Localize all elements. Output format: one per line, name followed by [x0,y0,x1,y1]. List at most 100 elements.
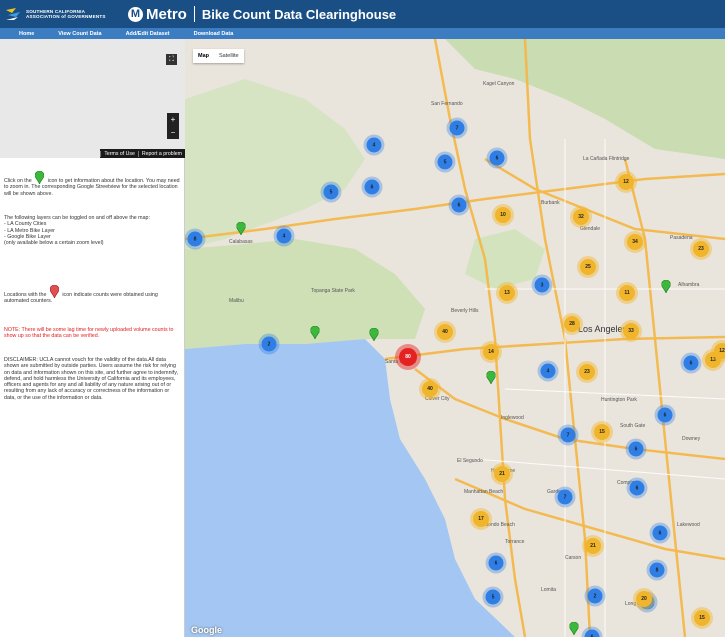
map-type-control[interactable]: Map Satellite [193,49,244,63]
town-label: Manhattan Beach [464,489,504,495]
cluster-marker[interactable]: 8 [187,231,203,247]
cluster-marker[interactable]: 2 [261,336,277,352]
cluster-marker[interactable]: 33 [623,323,639,339]
help-automated: Locations with the icon indicate counts … [4,285,180,305]
scag-logo-icon [6,8,20,20]
cluster-marker[interactable]: 12 [714,343,725,359]
report-problem-link[interactable]: Report a problem [137,150,185,157]
cluster-marker[interactable]: 8 [649,562,665,578]
cluster-marker[interactable]: 40 [437,324,453,340]
map-type-map[interactable]: Map [193,49,214,63]
help-click-marker: Click on the icon to get information abo… [4,171,180,197]
terms-link[interactable]: Terms of Use [100,150,138,157]
cluster-marker[interactable]: 6 [628,441,644,457]
cluster-marker[interactable]: 4 [276,228,292,244]
green-marker-icon[interactable] [661,280,671,293]
green-marker-icon[interactable] [486,371,496,384]
cluster-marker[interactable]: 4 [366,137,382,153]
cluster-marker[interactable]: 6 [657,407,673,423]
red-marker-icon [49,285,59,298]
town-label: Kagel Canyon [483,81,515,87]
green-marker-icon[interactable] [569,622,579,635]
map-type-satellite[interactable]: Satellite [214,49,244,63]
cluster-marker[interactable]: 20 [636,591,652,607]
cluster-marker[interactable]: 15 [594,424,610,440]
cluster-marker[interactable]: 5 [485,589,501,605]
town-label: Downey [682,436,701,442]
nav-download-data[interactable]: Download Data [194,31,234,37]
cluster-marker[interactable]: 7 [449,120,465,136]
zoom-in-button[interactable]: + [171,115,176,124]
metro-word: Metro [146,5,187,23]
map[interactable]: Map Satellite San Fernando Kagel Canyon … [185,39,725,637]
google-logo: Google [191,625,222,635]
green-marker-icon [35,171,45,184]
cluster-marker[interactable]: 25 [580,259,596,275]
town-label: Beverly Hills [451,308,479,314]
town-label: San Fernando [431,101,463,107]
town-label: Calabasas [229,239,253,245]
cluster-marker[interactable]: 3 [534,277,550,293]
scag-logo[interactable]: SOUTHERN CALIFORNIA ASSOCIATION of GOVER… [0,8,118,20]
note-text: NOTE: There will be some lag time for ne… [4,327,174,340]
town-label: Huntington Park [601,397,637,403]
town-label: Pasadena [670,235,693,241]
cluster-marker[interactable]: 40 [422,381,438,397]
main-nav: Home View Count Data Add/Edit Dataset Do… [0,28,725,39]
town-label: Malibu [229,298,244,304]
cluster-marker[interactable]: 13 [499,285,515,301]
green-marker-icon[interactable] [236,222,246,235]
cluster-marker[interactable]: 6 [451,197,467,213]
town-label: Carson [565,555,582,561]
cluster-marker[interactable]: 11 [619,285,635,301]
streetview-zoom-control[interactable]: + − [167,113,179,139]
cluster-marker[interactable]: 17 [473,511,489,527]
help-text: Locations with the [4,292,47,298]
cluster-marker[interactable]: 23 [693,241,709,257]
help-layers: The following layers can be toggled on a… [4,215,180,246]
nav-view-count-data[interactable]: View Count Data [58,31,101,37]
cluster-marker[interactable]: 2 [587,588,603,604]
town-label: Alhambra [678,282,700,288]
page-title: Bike Count Data Clearinghouse [201,6,397,22]
streetview-panel[interactable]: ⛶ + − Terms of Use Report a problem [0,39,185,158]
metro-logo[interactable]: M Metro [128,6,187,23]
cluster-marker[interactable]: 6 [489,150,505,166]
cluster-marker[interactable]: 21 [494,466,510,482]
cluster-marker[interactable]: 23 [579,364,595,380]
cluster-marker[interactable]: 5 [437,154,453,170]
cluster-marker[interactable]: 7 [557,489,573,505]
cluster-marker[interactable]: 6 [629,480,645,496]
cluster-marker[interactable]: 6 [488,555,504,571]
header-divider [193,6,195,22]
cluster-marker[interactable]: 12 [618,174,634,190]
cluster-marker[interactable]: 4 [540,363,556,379]
nav-add-edit-dataset[interactable]: Add/Edit Dataset [126,31,170,37]
town-label: El Segundo [457,458,483,464]
town-label: Lomita [541,587,557,593]
cluster-marker[interactable]: 15 [694,610,710,626]
zoom-out-button[interactable]: − [171,128,176,137]
cluster-marker[interactable]: 6 [364,179,380,195]
cluster-marker[interactable]: 28 [564,316,580,332]
cluster-marker[interactable]: 6 [683,355,699,371]
green-marker-icon[interactable] [369,328,379,341]
town-label: Inglewood [501,415,524,421]
scag-name: SOUTHERN CALIFORNIA ASSOCIATION of GOVER… [26,9,106,19]
cluster-marker[interactable]: 6 [652,525,668,541]
cluster-marker[interactable]: 32 [573,209,589,225]
layer-note: (only available below a certain zoom lev… [4,240,104,247]
cluster-marker[interactable]: 7 [560,427,576,443]
nav-home[interactable]: Home [19,31,34,37]
cluster-marker[interactable]: 14 [483,344,499,360]
fullscreen-icon[interactable]: ⛶ [166,54,177,65]
town-label: Glendale [580,226,601,232]
cluster-marker[interactable]: 80 [399,348,417,366]
cluster-marker[interactable]: 10 [495,207,511,223]
green-marker-icon[interactable] [310,326,320,339]
town-label: Topanga State Park [311,288,355,294]
cluster-marker[interactable]: 5 [323,184,339,200]
cluster-marker[interactable]: 21 [585,538,601,554]
cluster-marker[interactable]: 34 [627,234,643,250]
sidebar: ⛶ + − Terms of Use Report a problem Clic… [0,39,185,637]
